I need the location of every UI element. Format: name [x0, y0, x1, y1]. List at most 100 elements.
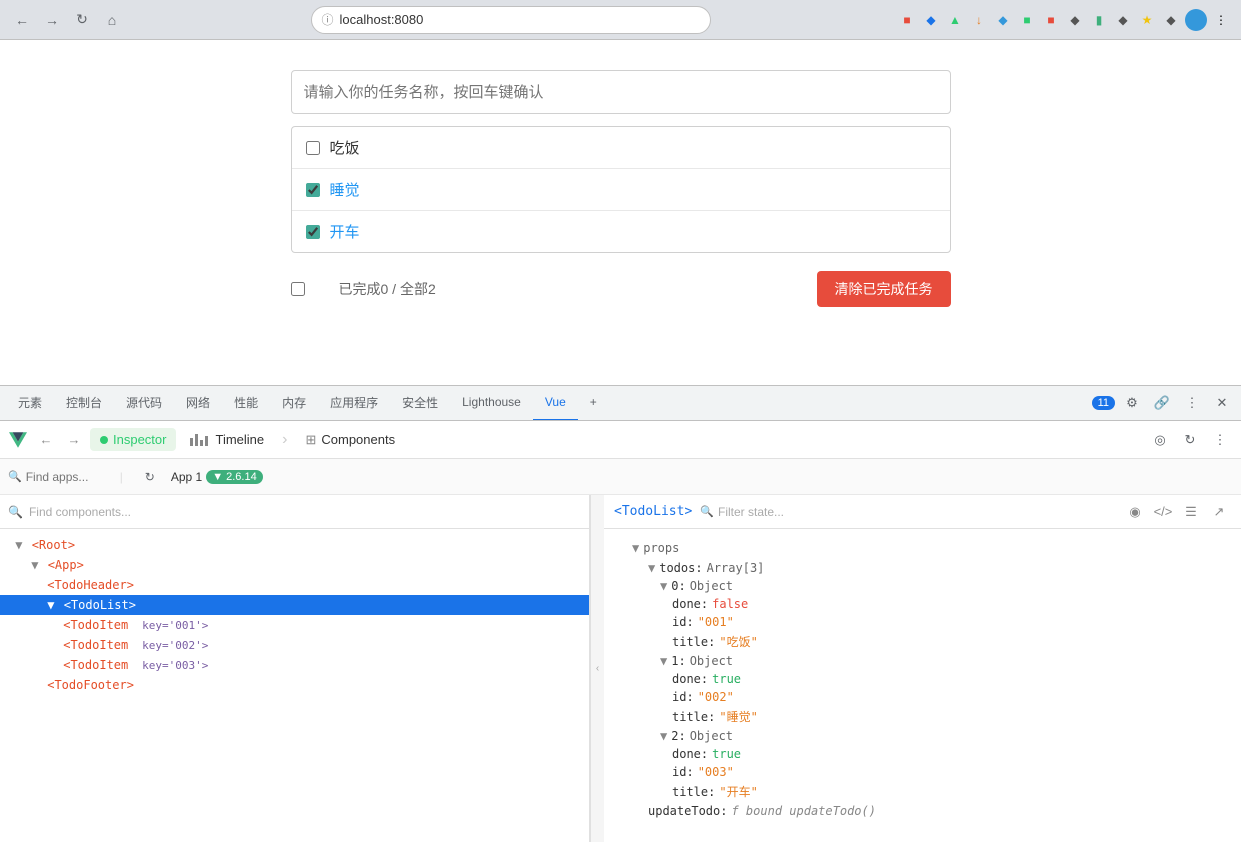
item1-done-row: done: true — [604, 670, 1241, 688]
tree-item-todo-item-1[interactable]: <TodoItem key='001'> — [0, 615, 589, 635]
address-bar[interactable]: ⓘ localhost:8080 — [311, 6, 711, 34]
extensions-area: ■ ◆ ▲ ↓ ◆ ■ ■ ◆ ▮ ◆ ★ ◆ ⋮ — [897, 9, 1231, 31]
ext-icon-4[interactable]: ↓ — [969, 10, 989, 30]
ext-icon-12[interactable]: ◆ — [1161, 10, 1181, 30]
app-version: ▼ 2.6.14 — [206, 470, 263, 484]
forward-button[interactable]: → — [40, 8, 64, 32]
tab-vue[interactable]: Vue — [533, 386, 578, 421]
footer-checkbox[interactable] — [291, 282, 305, 296]
props-inspector-panel: <TodoList> 🔍 ◉ </> ☰ ↗ ▼ props — [604, 495, 1241, 842]
item1-collapse[interactable]: ▼ — [660, 654, 667, 668]
share-icon[interactable]: 🔗 — [1149, 390, 1175, 416]
tree-item-root[interactable]: ▼ <Root> — [0, 535, 589, 555]
item2-row: ▼ 2: Object — [604, 727, 1241, 745]
ext-icon-7[interactable]: ■ — [1041, 10, 1061, 30]
inspector-tab[interactable]: Inspector — [90, 428, 176, 451]
app-1-item[interactable]: App 1 ▼ 2.6.14 — [171, 470, 263, 484]
tree-item-todo-header[interactable]: <TodoHeader> — [0, 575, 589, 595]
target-icon[interactable]: ◎ — [1147, 427, 1173, 453]
more-devtools-btn[interactable]: ⋮ — [1179, 390, 1205, 416]
item1-id-val: "002" — [698, 690, 734, 704]
tab-memory[interactable]: 内存 — [270, 386, 318, 421]
todo-input[interactable] — [304, 84, 938, 101]
tree-item-todo-item-2[interactable]: <TodoItem key='002'> — [0, 635, 589, 655]
tab-performance[interactable]: 性能 — [222, 386, 270, 421]
todo-list-tag: <TodoList> — [64, 598, 136, 612]
root-tag: <Root> — [32, 538, 75, 552]
todos-collapse[interactable]: ▼ — [648, 561, 655, 575]
item2-title-key: title: — [672, 785, 715, 799]
components-icon: ⊞ — [305, 432, 316, 448]
tree-item-todo-list[interactable]: ▼ <TodoList> — [0, 595, 589, 615]
item0-collapse[interactable]: ▼ — [660, 579, 667, 593]
tab-add[interactable]: + — [578, 386, 609, 421]
item1-id-row: id: "002" — [604, 688, 1241, 706]
menu-icon[interactable]: ⋮ — [1207, 427, 1233, 453]
ext-icon-9[interactable]: ▮ — [1089, 10, 1109, 30]
item2-collapse[interactable]: ▼ — [660, 729, 667, 743]
vue-forward-btn[interactable]: → — [62, 428, 86, 452]
tab-lighthouse[interactable]: Lighthouse — [450, 386, 533, 421]
todo-checkbox-2[interactable] — [306, 183, 320, 197]
tab-network[interactable]: 网络 — [174, 386, 222, 421]
app-1-label: App 1 — [171, 470, 202, 484]
code-icon[interactable]: </> — [1151, 500, 1175, 524]
ext-icon-8[interactable]: ◆ — [1065, 10, 1085, 30]
refresh-app-btn[interactable]: ↻ — [137, 464, 163, 490]
tab-elements[interactable]: 元素 — [6, 386, 54, 421]
vue-toolbar: ← → Inspector Timeline › ⊞ Components ◎ … — [0, 421, 1241, 459]
tab-application[interactable]: 应用程序 — [318, 386, 390, 421]
tab-console[interactable]: 控制台 — [54, 386, 114, 421]
tab-sources[interactable]: 源代码 — [114, 386, 174, 421]
tree-item-todo-footer[interactable]: <TodoFooter> — [0, 675, 589, 695]
tab-security[interactable]: 安全性 — [390, 386, 450, 421]
todo-checkbox-1[interactable] — [306, 141, 320, 155]
item0-type: Object — [690, 579, 733, 593]
settings-icon[interactable]: ⚙ — [1119, 390, 1145, 416]
todo-checkbox-3[interactable] — [306, 225, 320, 239]
ext-icon-11[interactable]: ★ — [1137, 10, 1157, 30]
ext-icon-10[interactable]: ◆ — [1113, 10, 1133, 30]
close-devtools-btn[interactable]: ✕ — [1209, 390, 1235, 416]
devtools-panel: 元素 控制台 源代码 网络 性能 内存 应用程序 安全性 Lighthouse … — [0, 385, 1241, 842]
clear-completed-button[interactable]: 清除已完成任务 — [817, 271, 951, 307]
item2-id-row: id: "003" — [604, 763, 1241, 781]
todo-header-tag: <TodoHeader> — [47, 578, 134, 592]
ext-icon-2[interactable]: ◆ — [921, 10, 941, 30]
refresh-icon[interactable]: ↻ — [1177, 427, 1203, 453]
ext-icon-5[interactable]: ◆ — [993, 10, 1013, 30]
props-section: ▼ props — [604, 537, 1241, 559]
item0-id-key: id: — [672, 615, 694, 629]
update-todo-key: updateTodo: — [648, 804, 727, 818]
vue-back-btn[interactable]: ← — [34, 428, 58, 452]
devtools-main: 🔍 ▼ <Root> ▼ <App> < — [0, 495, 1241, 842]
collapse-handle[interactable]: ‹ — [590, 495, 604, 842]
more-button[interactable]: ⋮ — [1211, 10, 1231, 30]
home-button[interactable]: ⌂ — [100, 8, 124, 32]
find-apps-input[interactable] — [26, 470, 106, 484]
app-tag: <App> — [48, 558, 84, 572]
reload-button[interactable]: ↻ — [70, 8, 94, 32]
tree-item-app[interactable]: ▼ <App> — [0, 555, 589, 575]
list-icon[interactable]: ☰ — [1179, 500, 1203, 524]
tree-item-todo-item-3[interactable]: <TodoItem key='003'> — [0, 655, 589, 675]
ext-icon-1[interactable]: ■ — [897, 10, 917, 30]
todo-text-1: 吃饭 — [330, 137, 360, 158]
profile-icon[interactable] — [1185, 9, 1207, 31]
todo-text-3: 开车 — [330, 221, 360, 242]
todo-input-wrapper[interactable] — [291, 70, 951, 114]
ext-icon-6[interactable]: ■ — [1017, 10, 1037, 30]
component-tree: ▼ <Root> ▼ <App> <TodoHeader> ▼ — [0, 529, 589, 842]
find-components-input[interactable] — [29, 505, 581, 519]
open-icon[interactable]: ↗ — [1207, 500, 1231, 524]
filter-state-input[interactable] — [718, 505, 1115, 519]
component-tree-panel: 🔍 ▼ <Root> ▼ <App> < — [0, 495, 590, 842]
right-panel-actions: ◉ </> ☰ ↗ — [1123, 500, 1231, 524]
ext-icon-3[interactable]: ▲ — [945, 10, 965, 30]
item1-key: 1: — [671, 654, 685, 668]
components-tab[interactable]: ⊞ Components — [295, 428, 405, 452]
inspect-icon[interactable]: ◉ — [1123, 500, 1147, 524]
back-button[interactable]: ← — [10, 8, 34, 32]
timeline-label: Timeline — [215, 432, 264, 447]
timeline-tab[interactable]: Timeline — [180, 428, 274, 451]
